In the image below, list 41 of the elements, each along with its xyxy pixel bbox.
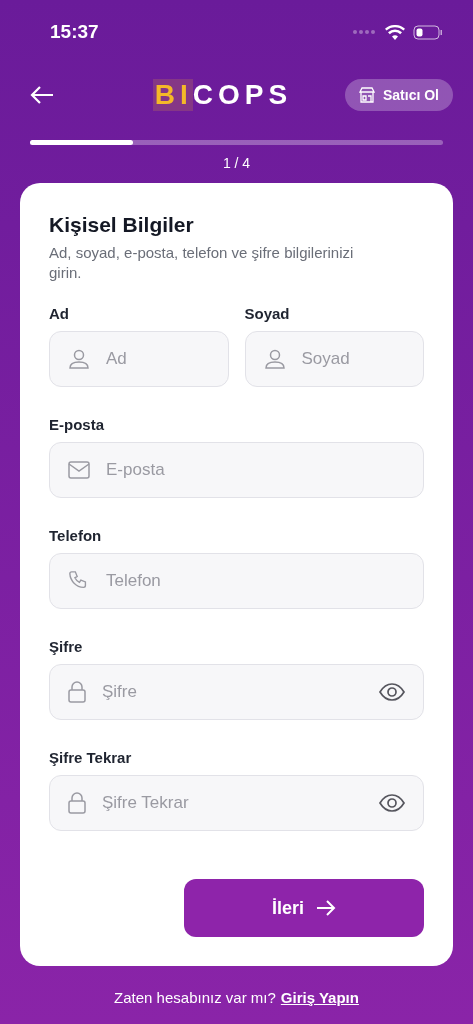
form-subtitle: Ad, soyad, e-posta, telefon ve şifre bilgilerinizi girin. — [49, 243, 355, 283]
input-field[interactable]: Soyad — [244, 331, 424, 387]
field-label: Soyad — [244, 305, 291, 322]
input-field[interactable]: Şifre Tekrar — [49, 775, 424, 831]
next-button[interactable]: İleri — [184, 879, 424, 937]
field-label: Ad — [49, 305, 70, 322]
field-label: Şifre Tekrar — [49, 749, 133, 766]
field-label: E-posta — [49, 416, 105, 433]
signal-icon — [353, 30, 377, 34]
back-arrow-icon[interactable] — [30, 85, 54, 105]
person-icon — [263, 348, 286, 370]
login-link[interactable]: Giriş Yapın — [280, 989, 359, 1006]
field-label: Şifre — [49, 638, 84, 655]
text-input[interactable]: Şifre Tekrar — [100, 792, 365, 814]
logo-text-highlight: BI — [152, 79, 193, 111]
status-time: 15:37 — [50, 21, 99, 43]
envelope-icon — [68, 461, 90, 479]
store-icon — [358, 87, 375, 103]
eye-icon[interactable] — [379, 683, 405, 701]
step-counter: 1 / 4 — [222, 155, 251, 171]
text-input[interactable]: E-posta — [104, 459, 405, 481]
form-title: Kişisel Bilgiler — [49, 213, 195, 237]
battery-icon — [413, 24, 443, 40]
eye-icon[interactable] — [379, 794, 405, 812]
text-input[interactable]: Telefon — [104, 570, 405, 592]
field-label: Telefon — [49, 527, 103, 544]
text-input[interactable]: Şifre — [100, 681, 365, 703]
text-input[interactable]: Soyad — [299, 348, 405, 370]
input-field[interactable]: Ad — [49, 331, 229, 387]
input-field[interactable]: Şifre — [49, 664, 424, 720]
lock-icon — [68, 792, 86, 814]
login-prompt: Zaten hesabınız var mı? — [114, 989, 276, 1006]
wifi-icon — [385, 24, 405, 40]
lock-icon — [68, 681, 86, 703]
person-icon — [68, 348, 90, 370]
arrow-right-icon — [316, 900, 336, 916]
text-input[interactable]: Ad — [104, 348, 210, 370]
input-field[interactable]: E-posta — [49, 442, 424, 498]
logo-text: COPS — [192, 79, 293, 111]
input-field[interactable]: Telefon — [49, 553, 424, 609]
become-seller-button[interactable]: Satıcı Ol — [344, 79, 453, 111]
